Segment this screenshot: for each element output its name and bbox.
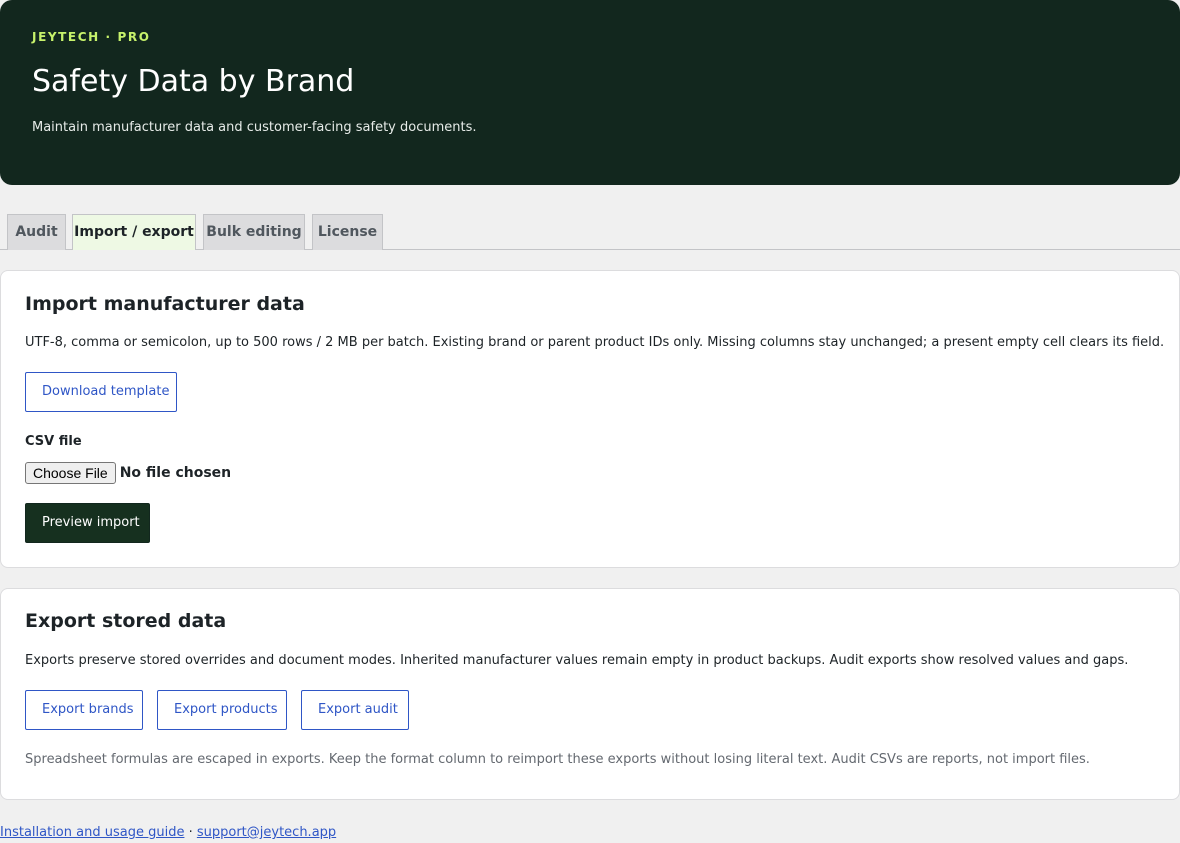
export-brands-button[interactable]: Export brands — [25, 690, 143, 730]
export-audit-button[interactable]: Export audit — [301, 690, 409, 730]
support-email-link[interactable]: support@jeytech.app — [197, 825, 336, 840]
installation-guide-link[interactable]: Installation and usage guide — [0, 825, 184, 840]
tab-bulk-editing[interactable]: Bulk editing — [203, 214, 305, 250]
tab-import-export[interactable]: Import / export — [72, 214, 196, 250]
page-title: Safety Data by Brand — [32, 64, 355, 99]
page-subtitle: Maintain manufacturer data and customer-… — [32, 120, 477, 135]
choose-file-button[interactable]: Choose File — [25, 462, 116, 484]
footer: Installation and usage guide · support@j… — [0, 825, 336, 840]
export-products-button[interactable]: Export products — [157, 690, 287, 730]
csv-file-label: CSV file — [25, 434, 82, 449]
tab-bar: Audit Import / export Bulk editing Licen… — [0, 214, 1180, 250]
export-title: Export stored data — [25, 610, 227, 632]
csv-file-input[interactable]: Choose File No file chosen — [25, 462, 231, 484]
page-header: JEYTECH · PRO Safety Data by Brand Maint… — [0, 0, 1180, 185]
import-description: UTF-8, comma or semicolon, up to 500 row… — [25, 335, 1165, 350]
footer-separator: · — [188, 825, 193, 840]
tab-audit[interactable]: Audit — [7, 214, 66, 250]
file-status: No file chosen — [119, 465, 232, 481]
export-card: Export stored data Exports preserve stor… — [0, 588, 1180, 800]
import-card: Import manufacturer data UTF-8, comma or… — [0, 270, 1180, 568]
export-note: Spreadsheet formulas are escaped in expo… — [25, 752, 1090, 767]
preview-import-button[interactable]: Preview import — [25, 503, 150, 543]
brand-eyebrow: JEYTECH · PRO — [32, 30, 151, 44]
download-template-button[interactable]: Download template — [25, 372, 177, 412]
tab-license[interactable]: License — [312, 214, 383, 250]
export-description: Exports preserve stored overrides and do… — [25, 653, 1129, 668]
import-title: Import manufacturer data — [25, 293, 305, 315]
